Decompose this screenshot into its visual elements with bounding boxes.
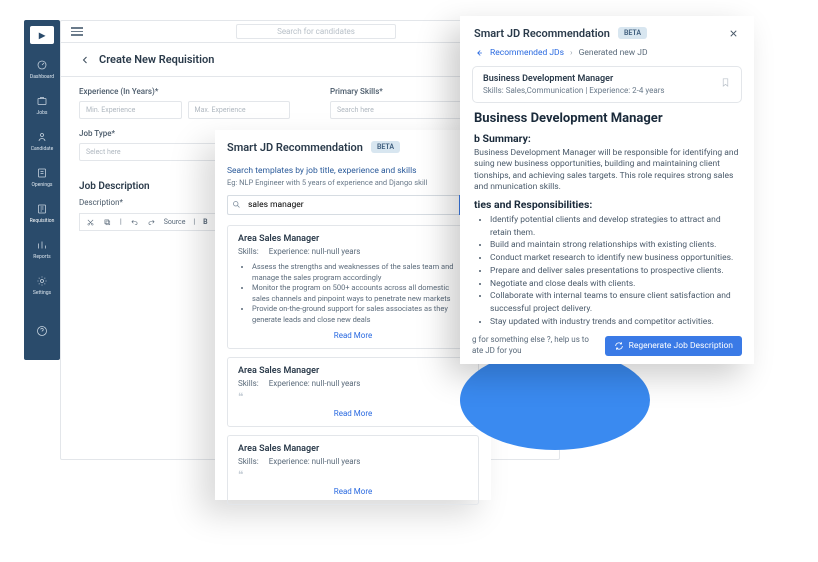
read-more-link[interactable]: Read More	[238, 487, 468, 496]
jd-subheading: b Summary:	[474, 132, 740, 145]
breadcrumb: Recommended JDs › Generated new JD	[460, 46, 754, 66]
app-logo: ▸	[30, 26, 54, 44]
sidebar-item-openings[interactable]: Openings	[31, 166, 52, 188]
job-title: Business Development Manager	[483, 74, 720, 84]
search-hint: Search templates by job title, experienc…	[215, 162, 491, 176]
job-meta: Skills: Sales,Communication | Experience…	[483, 86, 720, 95]
source-button[interactable]: Source	[164, 218, 186, 226]
search-example: Eg: NLP Engineer with 5 years of experie…	[215, 176, 491, 195]
jd-heading: Business Development Manager	[474, 111, 740, 126]
experience-label: Experience (In Years)*	[79, 87, 290, 96]
sidebar: ▸ Dashboard Jobs Candidate Openings Requ…	[24, 20, 60, 360]
sidebar-item-candidate[interactable]: Candidate	[31, 130, 54, 152]
refresh-icon	[614, 341, 624, 351]
smart-jd-modal: Smart JD Recommendation BETA X Search te…	[215, 130, 491, 500]
jd-subheading: ties and Responsibilities:	[474, 198, 740, 211]
sidebar-item-jobs[interactable]: Jobs	[35, 94, 49, 116]
redo-icon[interactable]	[147, 218, 156, 227]
result-title: Area Sales Manager	[238, 366, 468, 376]
sidebar-item-settings[interactable]: Settings	[33, 274, 51, 296]
cut-icon[interactable]	[86, 218, 95, 227]
back-arrow-icon[interactable]	[79, 54, 91, 66]
close-icon[interactable]	[726, 26, 740, 40]
beta-badge: BETA	[371, 141, 400, 153]
sidebar-item-requisition[interactable]: Requisition	[30, 202, 55, 224]
page-title: Create New Requisition	[99, 53, 214, 66]
bookmark-icon[interactable]	[720, 74, 731, 87]
job-summary-box: Business Development Manager Skills: Sal…	[472, 66, 742, 103]
sidebar-item-help[interactable]	[35, 324, 49, 340]
back-arrow-icon[interactable]	[474, 48, 484, 58]
copy-icon[interactable]	[103, 218, 112, 227]
result-title: Area Sales Manager	[238, 444, 468, 454]
quote-icon: ❝	[238, 392, 468, 403]
regenerate-button[interactable]: Regenerate Job Description	[605, 336, 742, 356]
modal-title: Smart JD Recommendation	[474, 27, 610, 40]
crumb-parent[interactable]: Recommended JDs	[490, 48, 564, 58]
global-search[interactable]: Search for candidates	[236, 24, 396, 39]
search-icon	[232, 200, 241, 209]
responsibilities-list: Identify potential clients and develop s…	[474, 214, 740, 329]
min-experience-input[interactable]: Min. Experience	[79, 101, 182, 119]
result-card[interactable]: Area Sales Manager Skills:Experience: nu…	[227, 225, 479, 349]
undo-icon[interactable]	[130, 218, 139, 227]
result-card[interactable]: Area Sales Manager Skills:Experience: nu…	[227, 357, 479, 427]
jd-summary: Business Development Manager will be res…	[474, 148, 740, 194]
result-title: Area Sales Manager	[238, 234, 468, 244]
jd-detail-modal: Smart JD Recommendation BETA Recommended…	[460, 16, 754, 364]
result-card[interactable]: Area Sales Manager Skills:Experience: nu…	[227, 435, 479, 505]
crumb-current: Generated new JD	[579, 48, 648, 58]
decorative-blob	[460, 350, 650, 450]
max-experience-input[interactable]: Max. Experience	[188, 101, 291, 119]
read-more-link[interactable]: Read More	[238, 409, 468, 418]
beta-badge: BETA	[618, 27, 647, 39]
quote-icon: ❝	[238, 470, 468, 481]
chevron-right-icon: ›	[570, 48, 573, 58]
regenerate-hint: g for something else ?, help us to ate J…	[472, 335, 595, 356]
hamburger-icon[interactable]	[71, 27, 83, 36]
read-more-link[interactable]: Read More	[238, 331, 468, 340]
template-search-input[interactable]	[227, 195, 459, 215]
modal-title: Smart JD Recommendation	[227, 141, 363, 154]
bold-button[interactable]: B	[203, 218, 207, 226]
sidebar-item-dashboard[interactable]: Dashboard	[30, 58, 54, 80]
sidebar-item-reports[interactable]: Reports	[33, 238, 50, 260]
